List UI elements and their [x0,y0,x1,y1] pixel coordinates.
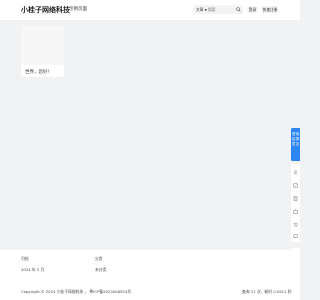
footer-category-title: 分类 [95,256,103,261]
login-button[interactable]: 登录 [247,6,258,13]
register-button[interactable]: 快速注册 [262,6,278,13]
site-header: 小桂子网络科技 示例页面 文章▼ 登录 快速注册 [0,0,300,20]
footer-archive-item[interactable]: 2024 年 5 月 [21,267,44,273]
document-icon[interactable] [293,196,298,201]
post-title[interactable]: 世界，您好! [25,69,49,75]
site-footer: 归档 2024 年 5 月 分类 未分类 Copyright © 2024 小桂… [0,250,300,300]
search-icon[interactable] [236,7,241,12]
side-toolbar [291,164,300,242]
chat-icon[interactable] [293,234,298,240]
site-brand[interactable]: 小桂子网络科技 [21,5,70,15]
feedback-label-3: 意见 [291,142,300,146]
edit-icon[interactable] [293,183,298,188]
feedback-button[interactable]: 咨询 反馈 意见 [291,128,300,161]
post-card-caption: 世界，您好! [21,65,64,77]
search-category-select[interactable]: 文章▼ [196,7,207,13]
post-card[interactable]: 世界，您好! [21,25,64,77]
cart-icon[interactable] [293,222,298,227]
nav-item-sample-page[interactable]: 示例页面 [69,6,87,12]
footer-archive-title: 归档 [21,256,29,261]
chevron-down-icon: ▼ [204,8,207,12]
footer-category-item[interactable]: 未分类 [95,267,106,273]
search-input[interactable] [208,6,232,13]
footer-query-stats: 查询 37 次，耗时 0.0511 秒 [242,289,292,294]
bag-icon[interactable] [293,209,298,214]
search-box: 文章▼ [193,5,243,14]
footer-copyright: Copyright © 2024 小桂子网络科技 ， 粤ICP备20230085… [21,289,132,294]
search-category-label: 文章 [196,7,204,12]
user-icon[interactable] [293,170,298,175]
